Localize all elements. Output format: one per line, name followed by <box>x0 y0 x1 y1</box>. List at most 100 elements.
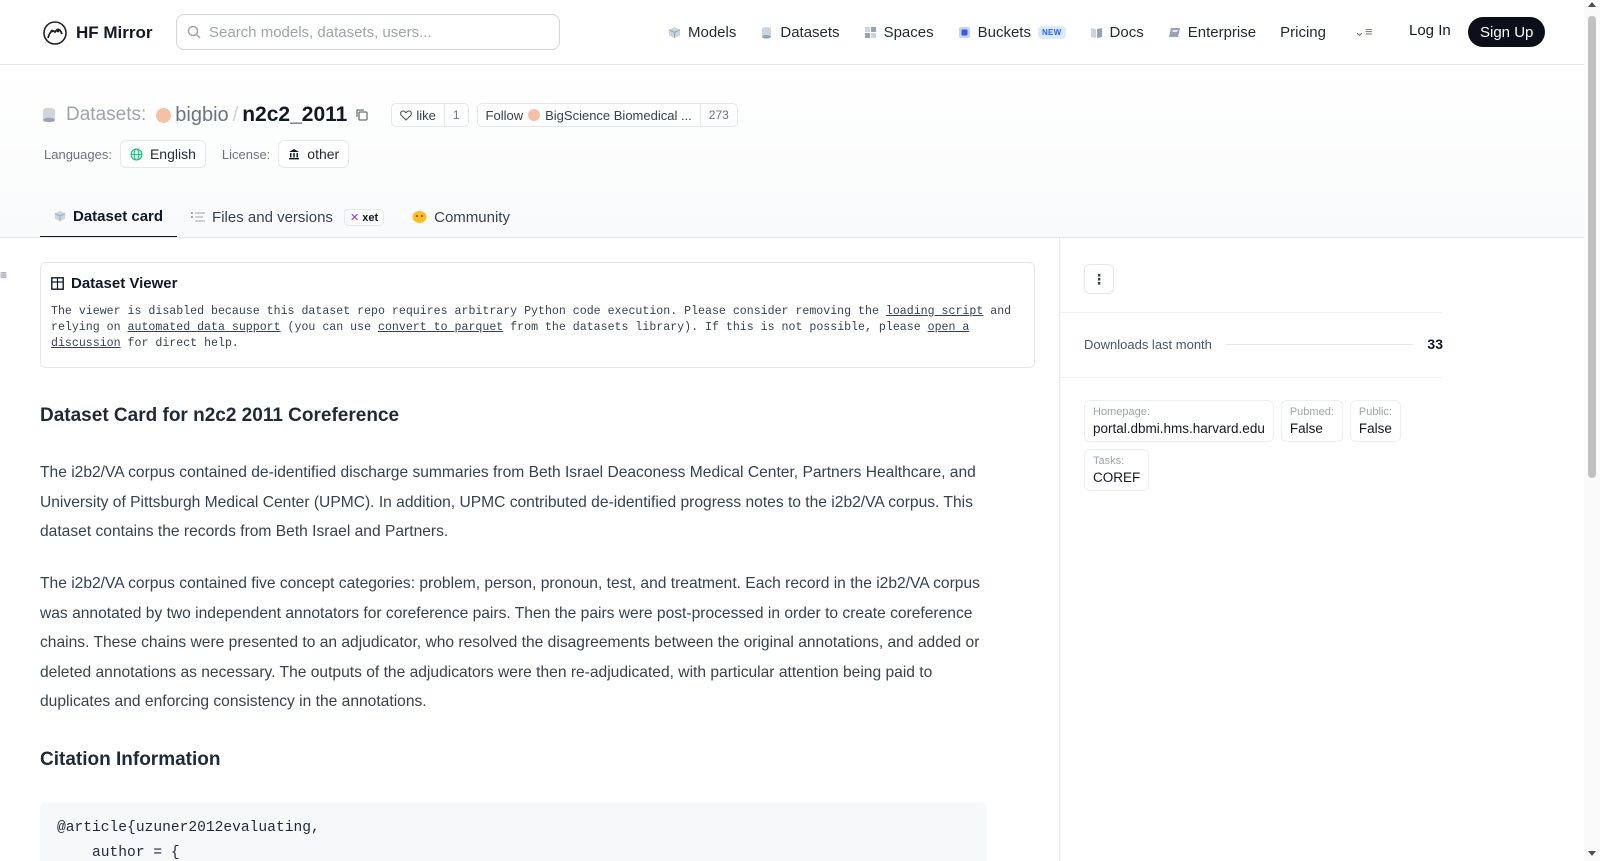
nav-item-buckets[interactable]: Buckets NEW <box>958 24 1066 41</box>
tab-dataset-card[interactable]: Dataset card <box>40 196 178 238</box>
citation-code-block: @article{uzuner2012evaluating, author = … <box>40 802 987 861</box>
org-avatar <box>156 107 172 123</box>
new-badge: NEW <box>1037 25 1066 39</box>
convert-to-parquet-link[interactable]: convert to parquet <box>378 321 503 334</box>
xet-icon: ✕ <box>349 211 360 224</box>
license-tag[interactable]: other <box>278 140 350 168</box>
license-label: License: <box>221 146 271 162</box>
repo-meta-row: Languages: English License: other <box>44 140 365 168</box>
login-link[interactable]: Log In <box>1409 22 1451 39</box>
tabs-divider <box>0 237 1584 238</box>
files-icon <box>191 212 206 222</box>
dataset-viewer-title: Dataset Viewer <box>51 275 1024 292</box>
nav-item-label: Models <box>688 23 737 41</box>
org-avatar <box>528 109 541 121</box>
nav-item-models[interactable]: Models <box>668 24 736 41</box>
page-scrollbar[interactable] <box>1584 0 1600 861</box>
more-menu-button[interactable]: ⌄≡ <box>1354 24 1372 40</box>
language-tag[interactable]: English <box>119 140 206 168</box>
tab-label: Files and versions <box>212 208 333 226</box>
top-navigation: HF Mirror Models Datasets Spaces Buckets… <box>0 0 1584 65</box>
metadata-cards: Homepage: portal.dbmi.hms.harvard.edu Pu… <box>1084 400 1424 491</box>
metadata-card-tasks[interactable]: Tasks: COREF <box>1084 449 1150 491</box>
path-separator: / <box>232 103 239 126</box>
card-paragraph: The i2b2/VA corpus contained five concep… <box>40 575 980 710</box>
dataset-viewer-panel: Dataset Viewer The viewer is disabled be… <box>40 262 1035 368</box>
follow-button: Follow BigScience Biomedical ... 273 <box>476 103 738 127</box>
xet-badge: ✕ xet <box>343 208 385 226</box>
nav-item-datasets[interactable]: Datasets <box>760 23 840 41</box>
loading-script-link[interactable]: loading script <box>886 305 983 318</box>
sidebar-separator <box>1060 377 1443 378</box>
heart-icon <box>400 109 413 121</box>
cube-icon <box>54 210 66 222</box>
tab-label: Community <box>434 208 510 226</box>
nav-item-spaces[interactable]: Spaces <box>864 24 934 41</box>
toc-toggle-icon[interactable]: ≡ <box>0 268 7 282</box>
like-toggle[interactable]: like <box>392 104 444 126</box>
repo-title-row: Datasets: bigbio / n2c2_2011 like 1 Foll… <box>42 100 738 130</box>
metadata-card-pubmed: Pubmed: False <box>1280 400 1343 442</box>
license-value: other <box>307 146 340 162</box>
copy-icon[interactable] <box>355 108 369 122</box>
more-options-button[interactable]: ⋮ <box>1084 264 1114 294</box>
scroll-down-arrow-icon[interactable] <box>1588 851 1596 856</box>
nav-item-label: Docs <box>1109 23 1144 41</box>
downloads-stat: Downloads last month 33 <box>1084 336 1443 352</box>
nav-links: Models Datasets Spaces Buckets NEW Docs … <box>668 14 1350 50</box>
repo-type-label: Datasets: <box>66 104 147 125</box>
table-icon <box>51 277 64 290</box>
search-box[interactable] <box>176 14 560 50</box>
brand[interactable]: HF Mirror <box>42 18 153 48</box>
dataset-viewer-message: The viewer is disabled because this data… <box>51 305 1012 350</box>
org-link[interactable]: bigbio <box>175 104 228 127</box>
automated-data-support-link[interactable]: automated data support <box>128 321 281 334</box>
book-icon <box>1090 27 1102 38</box>
downloads-value: 33 <box>1427 336 1443 352</box>
cube-icon <box>668 26 681 38</box>
scroll-up-arrow-icon[interactable] <box>1588 2 1596 7</box>
follow-toggle[interactable]: Follow BigScience Biomedical ... <box>478 104 700 126</box>
hf-mirror-logo-icon <box>43 21 67 45</box>
search-input[interactable] <box>209 23 529 41</box>
sidebar-separator <box>1060 312 1443 313</box>
metadata-card-homepage[interactable]: Homepage: portal.dbmi.hms.harvard.edu <box>1084 400 1274 442</box>
grid-icon <box>864 26 876 38</box>
nav-item-label: Spaces <box>883 23 934 41</box>
community-icon <box>412 211 427 223</box>
dataset-card-content: Dataset Card for n2c2 2011 Coreference T… <box>40 405 990 770</box>
nav-item-label: Enterprise <box>1187 23 1257 41</box>
bucket-icon <box>958 26 970 38</box>
tab-community[interactable]: Community <box>398 196 524 238</box>
follow-label: Follow <box>485 107 524 123</box>
briefcase-icon <box>1168 27 1180 37</box>
sidebar-divider <box>1059 238 1060 861</box>
tab-files-and-versions[interactable]: Files and versions ✕ xet <box>177 196 398 238</box>
like-label: like <box>416 107 436 123</box>
metadata-card-public: Public: False <box>1349 400 1401 442</box>
follower-count[interactable]: 273 <box>699 104 737 126</box>
language-value: English <box>149 146 196 162</box>
repo-tabs: Dataset card Files and versions ✕ xet Co… <box>40 196 524 238</box>
nav-item-enterprise[interactable]: Enterprise <box>1168 24 1256 41</box>
like-count[interactable]: 1 <box>443 104 468 126</box>
repo-name[interactable]: n2c2_2011 <box>242 103 347 127</box>
nav-item-docs[interactable]: Docs <box>1090 24 1144 41</box>
globe-icon <box>130 148 143 160</box>
languages-label: Languages: <box>44 146 112 162</box>
nav-item-label: Datasets <box>780 23 840 41</box>
nav-item-pricing[interactable]: Pricing <box>1280 24 1326 41</box>
database-icon <box>43 107 55 123</box>
scrollbar-thumb[interactable] <box>1588 16 1596 478</box>
signup-button[interactable]: Sign Up <box>1468 17 1546 47</box>
downloads-chart-line <box>1225 343 1414 345</box>
citation-heading: Citation Information <box>40 749 221 770</box>
tab-label: Dataset card <box>73 207 164 225</box>
brand-name: HF Mirror <box>76 23 153 42</box>
card-heading: Dataset Card for n2c2 2011 Coreference <box>40 405 400 426</box>
like-button: like 1 <box>391 103 469 127</box>
bank-icon <box>289 149 300 160</box>
database-icon <box>762 26 772 39</box>
card-paragraph: The i2b2/VA corpus contained de-identifi… <box>40 464 976 540</box>
nav-item-label: Buckets <box>977 23 1031 41</box>
